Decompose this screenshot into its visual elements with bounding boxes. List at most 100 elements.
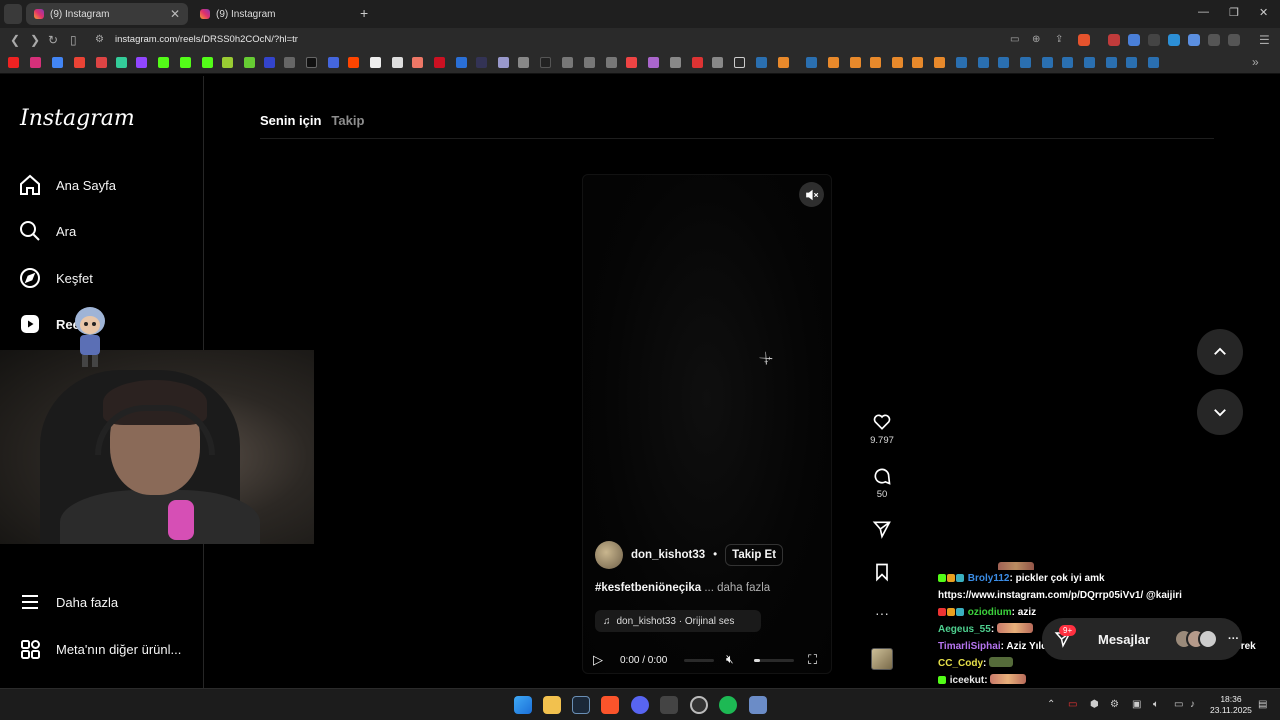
fullscreen-icon[interactable]: ⛶ [808, 652, 817, 668]
nav-explore[interactable]: Keşfet [18, 263, 93, 293]
bookmark-icon[interactable] [456, 57, 467, 68]
cast-icon[interactable]: ▭ [1010, 34, 1019, 45]
discord-icon[interactable] [631, 696, 649, 714]
new-tab-button[interactable]: + [360, 5, 368, 21]
extension-icon[interactable] [1168, 34, 1180, 46]
hashtag-link[interactable]: #kesfetbeniöneçika [595, 582, 701, 594]
youtube-bookmark-icon[interactable] [8, 57, 19, 68]
steam-bookmark-icon[interactable] [1084, 57, 1095, 68]
browser-tab[interactable]: (9) Instagram [192, 3, 352, 25]
network-icon[interactable]: ▭ [1174, 699, 1183, 710]
reload-icon[interactable]: ↻ [48, 33, 58, 47]
volume-icon[interactable]: ♪ [1190, 699, 1195, 710]
brave-browser-icon[interactable] [601, 696, 619, 714]
browser-tab-active[interactable]: (9) Instagram ✕ [26, 3, 188, 25]
steam-bookmark-icon[interactable] [1062, 57, 1073, 68]
minimize-button[interactable]: — [1198, 6, 1209, 18]
file-explorer-icon[interactable] [543, 696, 561, 714]
bookmark-icon[interactable] [670, 57, 681, 68]
nav-search[interactable]: Ara [18, 216, 76, 246]
more-link[interactable]: ... daha fazla [704, 582, 770, 594]
x-bookmark-icon[interactable] [306, 57, 317, 68]
steam-bookmark-icon[interactable] [956, 57, 967, 68]
app-icon[interactable] [660, 696, 678, 714]
kick-bookmark-icon[interactable] [180, 57, 191, 68]
bookmark-icon[interactable] [712, 57, 723, 68]
tab-search-button[interactable] [4, 4, 22, 24]
bookmark-icon[interactable] [264, 57, 275, 68]
tray-expand-icon[interactable]: ⌃ [1047, 699, 1055, 710]
bookmark-icon[interactable] [850, 57, 861, 68]
tab-for-you[interactable]: Senin için [260, 113, 321, 128]
steam-bookmark-icon[interactable] [1020, 57, 1031, 68]
bookmark-icon[interactable] [912, 57, 923, 68]
bookmark-icon[interactable] [284, 57, 295, 68]
next-reel-button[interactable] [1197, 389, 1243, 435]
forward-icon[interactable]: ❯ [30, 33, 40, 47]
browser-menu-icon[interactable]: ☰ [1259, 33, 1270, 47]
audio-chip[interactable]: ♫ don_kishot33 · Orijinal ses [595, 610, 761, 632]
bookmark-icon[interactable] [606, 57, 617, 68]
play-icon[interactable]: ▷ [593, 652, 603, 668]
patreon-bookmark-icon[interactable] [370, 57, 381, 68]
share-icon[interactable]: ⇪ [1055, 34, 1063, 45]
bookmark-icon[interactable]: ▯ [70, 33, 77, 47]
brave-shield-icon[interactable] [1078, 34, 1090, 46]
extensions-puzzle-icon[interactable] [1208, 34, 1220, 46]
folder-bookmark-icon[interactable] [734, 57, 745, 68]
bookmark-icon[interactable] [778, 57, 789, 68]
instagram-logo[interactable]: Instagram [20, 106, 135, 131]
bookmark-icon[interactable] [476, 57, 487, 68]
bookmark-icon[interactable] [892, 57, 903, 68]
avatar[interactable] [595, 541, 623, 569]
bookmark-icon[interactable] [692, 57, 703, 68]
tab-following[interactable]: Takip [331, 113, 364, 128]
gmail-bookmark-icon[interactable] [96, 57, 107, 68]
app-icon[interactable] [690, 696, 708, 714]
bookmark-icon[interactable] [412, 57, 423, 68]
extension-icon[interactable] [1188, 34, 1200, 46]
close-window-button[interactable]: ✕ [1259, 6, 1268, 19]
bookmark-icon[interactable] [584, 57, 595, 68]
bookmark-icon[interactable] [648, 57, 659, 68]
bookmark-icon[interactable] [828, 57, 839, 68]
url-field[interactable]: instagram.com/reels/DRSS0h2COcN/?hl=tr [115, 34, 298, 45]
author-username[interactable]: don_kishot33 [631, 549, 705, 561]
nav-meta-apps[interactable]: Meta'nın diğer ürünl... [18, 634, 181, 664]
notification-icon[interactable]: ▤ [1258, 699, 1267, 710]
bookmark-icon[interactable] [562, 57, 573, 68]
like-button[interactable]: 9.797 [866, 412, 898, 446]
site-settings-icon[interactable]: ⚙ [95, 34, 104, 45]
bookmark-icon[interactable] [328, 57, 339, 68]
bookmark-icon[interactable] [518, 57, 529, 68]
amazon-bookmark-icon[interactable] [392, 57, 403, 68]
extension-icon[interactable] [1128, 34, 1140, 46]
more-options-button[interactable]: ··· [866, 605, 898, 621]
extension-icon[interactable] [1108, 34, 1120, 46]
tray-steam-icon[interactable]: ⚙ [1110, 699, 1119, 710]
bookmark-icon[interactable] [626, 57, 637, 68]
bookmark-icon[interactable] [52, 57, 63, 68]
mute-toggle-button[interactable] [799, 182, 824, 207]
bookmark-icon[interactable] [434, 57, 445, 68]
close-tab-icon[interactable]: ✕ [170, 7, 180, 21]
bookmark-icon[interactable] [74, 57, 85, 68]
instagram-bookmark-icon[interactable] [30, 57, 41, 68]
tray-app-icon[interactable]: ▣ [1132, 699, 1141, 710]
reel-video[interactable] [582, 174, 832, 674]
more-bookmarks-icon[interactable]: » [1252, 55, 1259, 69]
steam-bookmark-icon[interactable] [1042, 57, 1053, 68]
audio-thumbnail[interactable] [871, 648, 893, 670]
back-icon[interactable]: ❮ [10, 33, 20, 47]
steam-bookmark-icon[interactable] [756, 57, 767, 68]
volume-slider[interactable] [754, 659, 794, 662]
twitch-bookmark-icon[interactable] [136, 57, 147, 68]
bookmark-icon[interactable] [934, 57, 945, 68]
bookmark-icon[interactable] [222, 57, 233, 68]
nav-more[interactable]: Daha fazla [18, 587, 118, 617]
steam-bookmark-icon[interactable] [998, 57, 1009, 68]
spotify-icon[interactable] [719, 696, 737, 714]
sidebar-toggle-icon[interactable] [1228, 34, 1240, 46]
steam-bookmark-icon[interactable] [1126, 57, 1137, 68]
seek-bar[interactable] [684, 659, 714, 662]
